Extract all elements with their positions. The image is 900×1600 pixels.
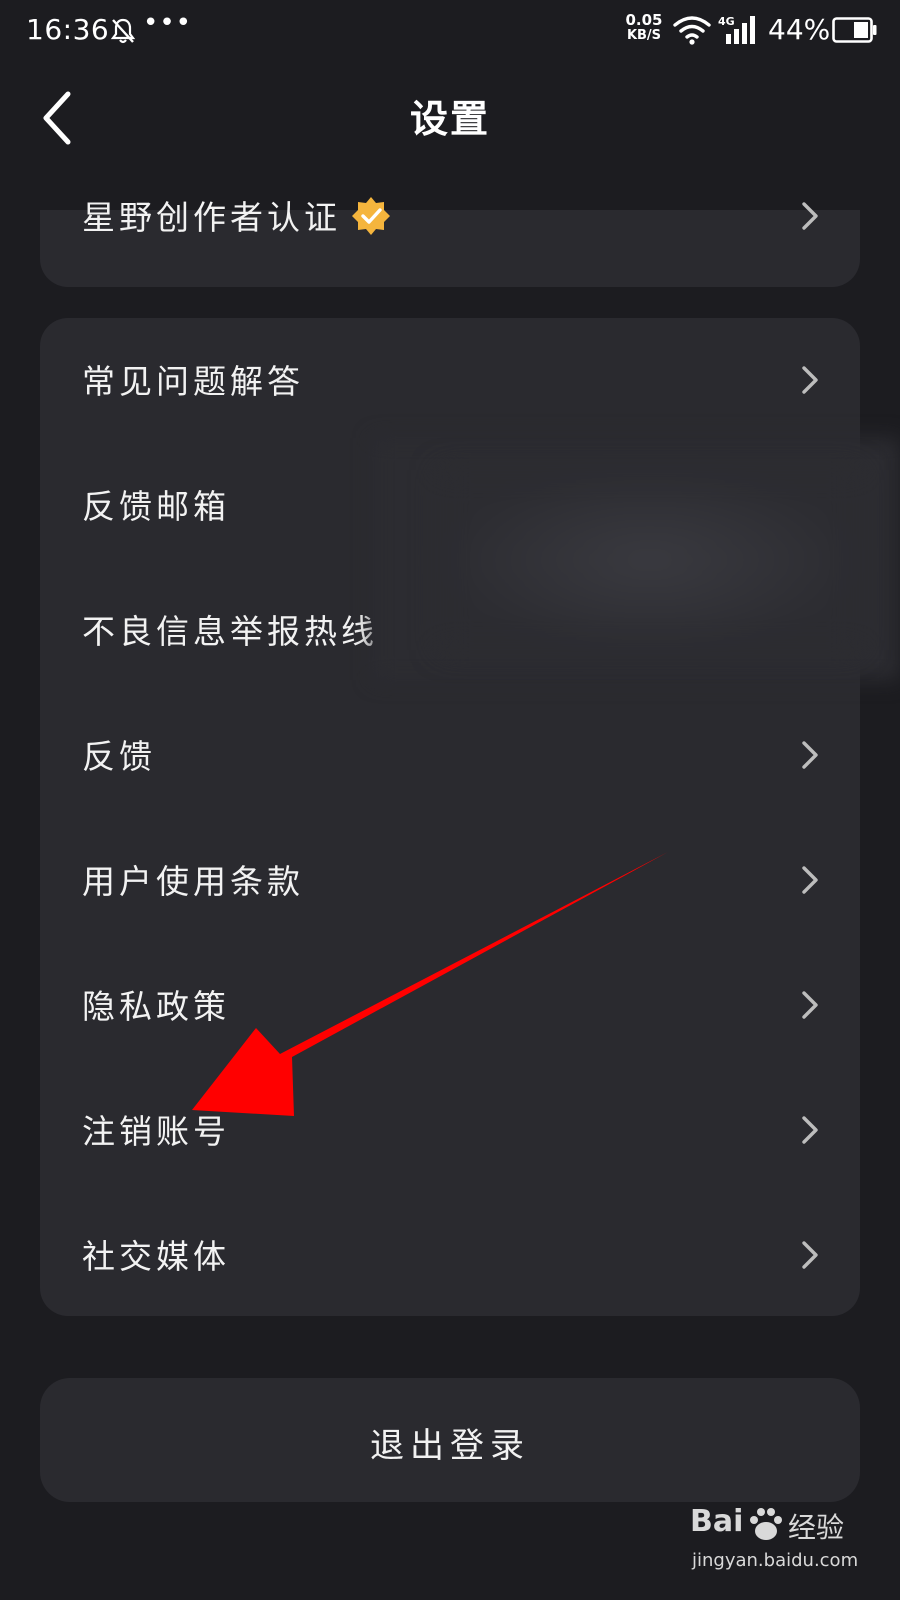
chevron-right-icon bbox=[802, 741, 818, 769]
settings-item-feedback[interactable]: 反馈 bbox=[40, 693, 860, 818]
verified-badge-icon bbox=[352, 197, 390, 235]
header: 设置 bbox=[0, 62, 900, 172]
settings-item-label: 注销账号 bbox=[82, 1112, 230, 1151]
settings-item-label: 反馈 bbox=[82, 737, 156, 776]
battery-icon bbox=[832, 17, 877, 43]
settings-item-label: 反馈邮箱 bbox=[82, 487, 230, 526]
wifi-icon bbox=[673, 16, 711, 45]
network-speed-unit: KB/S bbox=[626, 28, 662, 43]
logout-button[interactable]: 退出登录 bbox=[40, 1378, 860, 1502]
settings-item-creator-verification[interactable]: 星野创作者认证 bbox=[40, 188, 860, 258]
battery-percent: 44% bbox=[768, 13, 831, 46]
page-title: 设置 bbox=[409, 96, 490, 141]
creator-verification-card: 星野创作者认证 bbox=[40, 197, 860, 287]
baidu-jingyan-watermark: Bai 经验 jingyan.baidu.com bbox=[688, 1500, 888, 1586]
redacted-contact-info-highlight bbox=[440, 470, 860, 650]
chevron-right-icon bbox=[802, 1116, 818, 1144]
chevron-right-icon bbox=[802, 991, 818, 1019]
watermark-url: jingyan.baidu.com bbox=[692, 1550, 859, 1571]
settings-item-label: 隐私政策 bbox=[82, 987, 230, 1026]
chevron-right-icon bbox=[802, 1241, 818, 1269]
logout-label: 退出登录 bbox=[370, 1426, 530, 1466]
chevron-right-icon bbox=[802, 366, 818, 394]
watermark-brand: Bai bbox=[690, 1504, 744, 1539]
settings-item-label: 常见问题解答 bbox=[82, 362, 304, 401]
status-time: 16:36 bbox=[26, 13, 110, 46]
settings-item-label: 社交媒体 bbox=[82, 1237, 230, 1276]
settings-item-label: 星野创作者认证 bbox=[82, 191, 391, 240]
chevron-right-icon bbox=[802, 202, 818, 230]
settings-item-label: 用户使用条款 bbox=[82, 862, 304, 901]
signal-icon: 4G bbox=[718, 15, 755, 44]
settings-item-label: 不良信息举报热线 bbox=[82, 612, 378, 651]
watermark-brand-cn: 经验 bbox=[788, 1511, 845, 1544]
settings-item-terms-of-use[interactable]: 用户使用条款 bbox=[40, 818, 860, 943]
settings-item-delete-account[interactable]: 注销账号 bbox=[40, 1068, 860, 1193]
mute-bell-icon bbox=[110, 18, 136, 44]
settings-item-social-media[interactable]: 社交媒体 bbox=[40, 1193, 860, 1318]
settings-item-faq[interactable]: 常见问题解答 bbox=[40, 318, 860, 443]
network-speed-value: 0.05 bbox=[625, 11, 663, 29]
more-notifications-indicator: ••• bbox=[143, 8, 193, 38]
network-type-label: 4G bbox=[718, 15, 735, 28]
settings-item-privacy-policy[interactable]: 隐私政策 bbox=[40, 943, 860, 1068]
chevron-right-icon bbox=[802, 866, 818, 894]
status-bar: 16:36 ••• 0.05 KB/S 4G 44% bbox=[0, 0, 900, 62]
network-speed: 0.05 KB/S bbox=[622, 12, 666, 44]
paw-icon bbox=[750, 1508, 782, 1540]
